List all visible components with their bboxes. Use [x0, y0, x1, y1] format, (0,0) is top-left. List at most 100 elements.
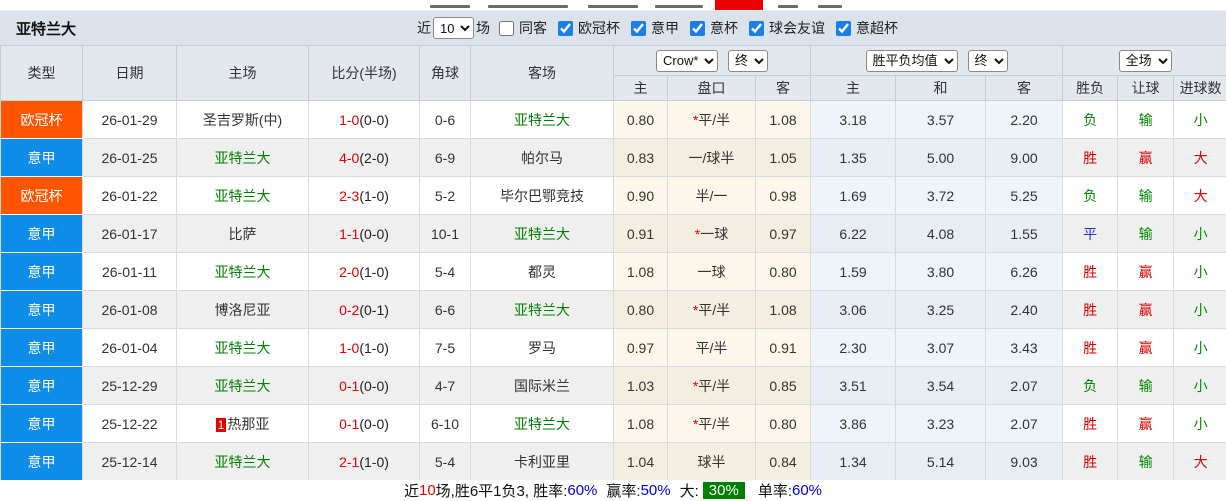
- outcome-cell: 胜: [1063, 253, 1118, 291]
- avg-win-cell: 3.06: [811, 291, 896, 329]
- single-rate-value: 60%: [792, 482, 822, 499]
- filter-checkbox-serie-a[interactable]: [631, 21, 646, 36]
- avg-draw-cell: 3.54: [896, 367, 986, 405]
- avg-draw-cell: 3.07: [896, 329, 986, 367]
- handicap-cell: *一球: [668, 215, 756, 253]
- away-team-name: 帕尔马: [521, 150, 563, 166]
- handicap-result-cell: 赢: [1118, 329, 1174, 367]
- result-group-header: 全场: [1063, 46, 1226, 76]
- avg-win-cell: 3.51: [811, 367, 896, 405]
- sub-header-handicap-result: 让球: [1118, 76, 1174, 101]
- avg-draw-cell: 3.80: [896, 253, 986, 291]
- header-row-top: 类型 日期 主场 比分(半场) 角球 客场 Crow* 终 胜平负均值 终 全场: [1, 46, 1226, 76]
- clipped-highlight-badge: [715, 0, 763, 10]
- odds-home-cell: 0.97: [614, 329, 668, 367]
- recent-count-select[interactable]: 10: [433, 17, 474, 39]
- clipped-text-fragment: [588, 5, 638, 8]
- odds-state-select[interactable]: 终: [728, 50, 768, 72]
- avg-win-cell: 1.35: [811, 139, 896, 177]
- outcome-cell: 胜: [1063, 139, 1118, 177]
- score-cell: 2-3(1-0): [309, 177, 420, 215]
- clipped-text-fragment: [818, 5, 842, 8]
- outcome-cell: 胜: [1063, 405, 1118, 443]
- table-row: 欧冠杯 26-01-22 亚特兰大 2-3(1-0) 5-2 毕尔巴鄂竞技 0.…: [1, 177, 1226, 215]
- table-row: 意甲 26-01-04 亚特兰大 1-0(1-0) 7-5 罗马 0.97 平/…: [1, 329, 1226, 367]
- corners-cell: 4-7: [420, 367, 471, 405]
- col-header-home: 主场: [177, 46, 309, 101]
- filter-controls: 近 10 场 同客 欧冠杯 意甲 意杯 球会友谊 意超杯: [417, 17, 900, 39]
- fulltime-score: 2-0: [339, 264, 359, 280]
- halftime-score: (0-0): [359, 112, 389, 128]
- home-team-name: 圣吉罗斯(中): [203, 112, 282, 128]
- clipped-text-fragment: [430, 5, 470, 8]
- match-date: 26-01-25: [83, 139, 177, 177]
- halftime-score: (0-1): [359, 302, 389, 318]
- odds-home-cell: 0.80: [614, 291, 668, 329]
- away-team-name: 国际米兰: [514, 378, 570, 394]
- odds-away-cell: 0.98: [756, 177, 811, 215]
- corners-cell: 7-5: [420, 329, 471, 367]
- rank-badge: 1: [216, 418, 227, 432]
- odds-away-cell: 0.97: [756, 215, 811, 253]
- odds-home-cell: 1.08: [614, 253, 668, 291]
- score-cell: 4-0(2-0): [309, 139, 420, 177]
- table-row: 意甲 25-12-29 亚特兰大 0-1(0-0) 4-7 国际米兰 1.03 …: [1, 367, 1226, 405]
- filter-checkbox-club-friendly[interactable]: [749, 21, 764, 36]
- outcome-cell: 负: [1063, 177, 1118, 215]
- halftime-score: (1-0): [359, 454, 389, 470]
- corners-cell: 5-4: [420, 253, 471, 291]
- handicap-text: 一/球半: [689, 150, 735, 166]
- avg-win-cell: 1.34: [811, 443, 896, 481]
- home-team-cell: 亚特兰大: [177, 177, 309, 215]
- home-team-cell: 1热那亚: [177, 405, 309, 443]
- home-team-name: 亚特兰大: [215, 264, 271, 280]
- filter-checkbox-super-cup[interactable]: [836, 21, 851, 36]
- fulltime-score: 1-0: [339, 340, 359, 356]
- goals-cell: 小: [1174, 291, 1226, 329]
- avg-draw-cell: 3.23: [896, 405, 986, 443]
- odds-home-cell: 1.04: [614, 443, 668, 481]
- home-team-cell: 亚特兰大: [177, 367, 309, 405]
- score-cell: 2-0(1-0): [309, 253, 420, 291]
- handicap-result-cell: 赢: [1118, 405, 1174, 443]
- bookmaker-select[interactable]: Crow*: [656, 50, 718, 72]
- table-row: 欧冠杯 26-01-29 圣吉罗斯(中) 1-0(0-0) 0-6 亚特兰大 0…: [1, 101, 1226, 139]
- avg-type-select[interactable]: 胜平负均值: [866, 50, 958, 72]
- handicap-result-cell: 输: [1118, 215, 1174, 253]
- team-toolbar: 亚特兰大 近 10 场 同客 欧冠杯 意甲 意杯 球会友谊 意超杯: [0, 10, 1226, 45]
- win-rate-value: 60%: [567, 482, 597, 499]
- handicap-cell: 平/半: [668, 329, 756, 367]
- league-badge: 意甲: [1, 405, 83, 443]
- big-rate-value: 30%: [703, 482, 745, 499]
- odds-home-cell: 1.08: [614, 405, 668, 443]
- home-team-cell: 亚特兰大: [177, 329, 309, 367]
- handicap-cell: 球半: [668, 443, 756, 481]
- halftime-score: (1-0): [359, 340, 389, 356]
- same-venue-checkbox[interactable]: [499, 21, 514, 36]
- corners-cell: 5-2: [420, 177, 471, 215]
- fulltime-score: 2-1: [339, 454, 359, 470]
- filter-checkbox-coppa-italia[interactable]: [690, 21, 705, 36]
- score-cell: 1-1(0-0): [309, 215, 420, 253]
- home-team-name: 亚特兰大: [215, 188, 271, 204]
- away-team-name: 罗马: [528, 340, 556, 356]
- handicap-text: 一球: [698, 264, 726, 280]
- fulltime-score: 2-3: [339, 188, 359, 204]
- avg-win-cell: 2.30: [811, 329, 896, 367]
- match-date: 26-01-11: [83, 253, 177, 291]
- sub-header-goals: 进球数: [1174, 76, 1226, 101]
- away-team-name: 卡利亚里: [514, 454, 570, 470]
- handicap-result-cell: 赢: [1118, 139, 1174, 177]
- goals-cell: 小: [1174, 215, 1226, 253]
- halftime-score: (0-0): [359, 226, 389, 242]
- stats-summary: 近10场,胜6平1负3, 胜率:60%赢率:50%大:30%单率:60%: [0, 480, 1226, 500]
- avg-lose-cell: 9.00: [986, 139, 1063, 177]
- scope-select[interactable]: 全场: [1119, 50, 1172, 72]
- avg-lose-cell: 2.07: [986, 405, 1063, 443]
- sub-header-handicap: 盘口: [668, 76, 756, 101]
- filter-checkbox-champions-league[interactable]: [558, 21, 573, 36]
- away-team-cell: 亚特兰大: [471, 101, 614, 139]
- match-date: 26-01-17: [83, 215, 177, 253]
- avg-state-select[interactable]: 终: [968, 50, 1008, 72]
- odds-home-cell: 0.80: [614, 101, 668, 139]
